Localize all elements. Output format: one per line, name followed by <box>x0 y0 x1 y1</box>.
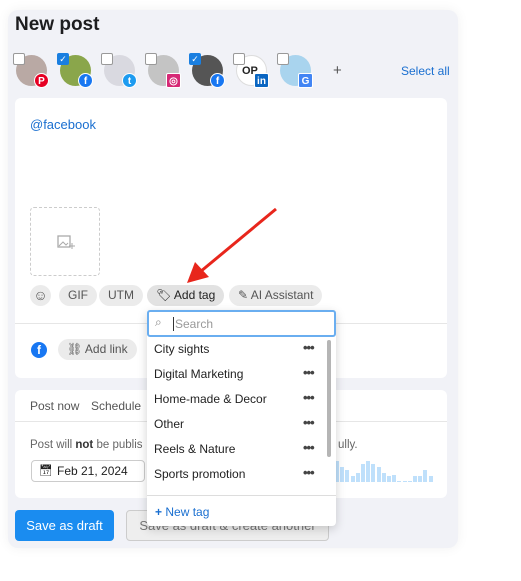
red-arrow-annotation <box>187 207 277 283</box>
